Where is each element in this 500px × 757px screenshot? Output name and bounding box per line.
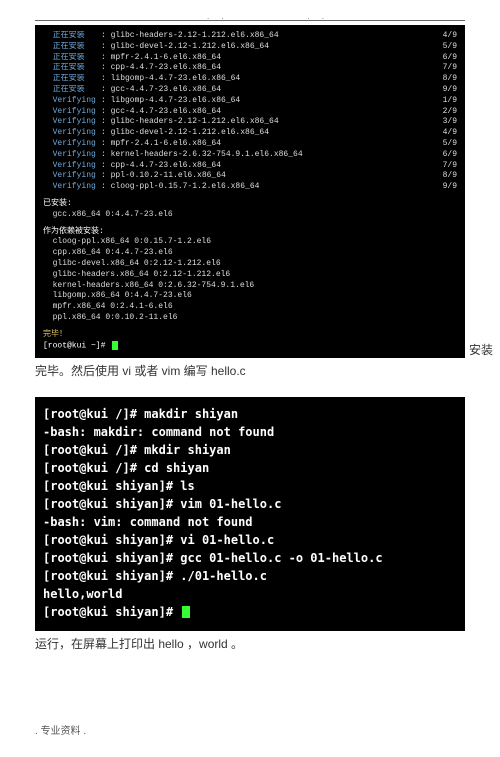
terminal-yum-output: 正在安装: glibc-headers-2.12-1.212.el6.x86_6… (35, 25, 465, 358)
body-paragraph-2: 运行，在屏幕上打印出 hello ，world 。 (35, 635, 465, 652)
install-label-right: 安装 (469, 341, 493, 358)
header-rule (35, 20, 465, 21)
body-paragraph-1: 完毕。然后使用 vi 或者 vim 编写 hello.c (35, 362, 465, 379)
terminal-session-2: [root@kui /]# makdir shiyan-bash: makdir… (35, 397, 465, 631)
page-footer: . 专业资料 . (35, 722, 465, 737)
